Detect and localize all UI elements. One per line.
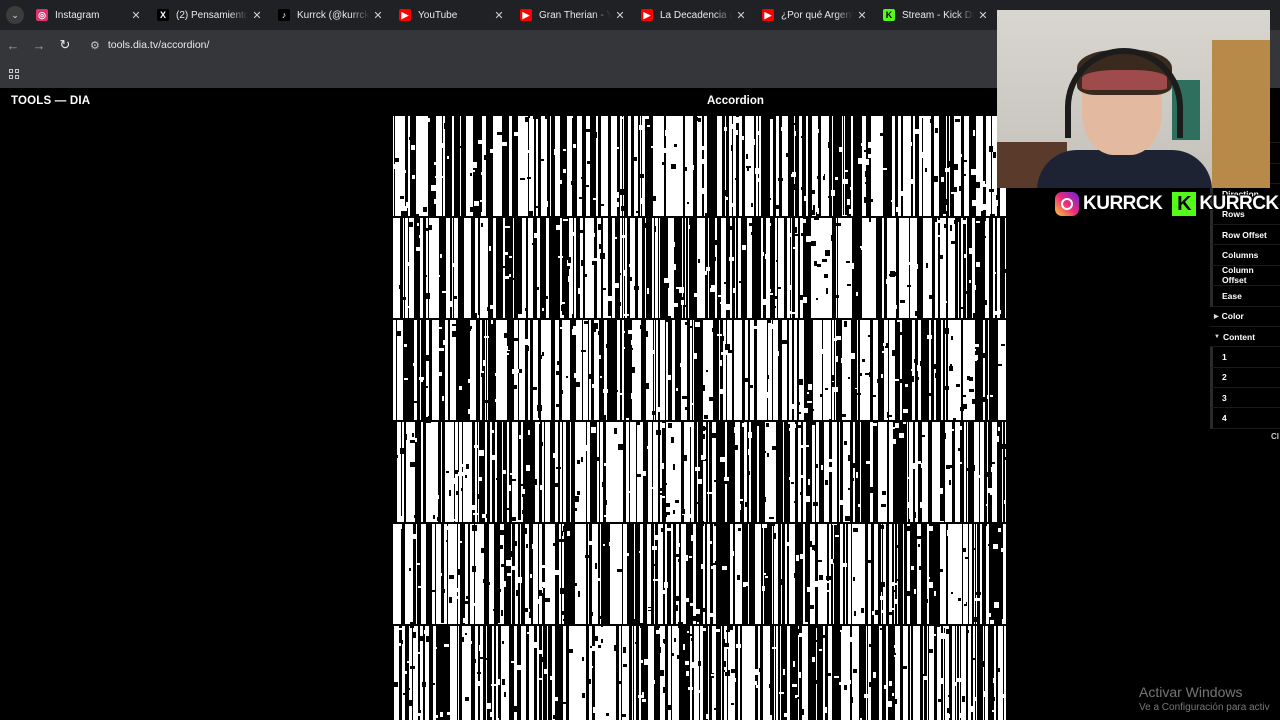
browser-tab[interactable]: ▶ ¿Por qué Argentin✕ <box>756 0 877 30</box>
panel-control[interactable]: 2 <box>1210 367 1280 389</box>
site-settings-icon[interactable]: ⚙ <box>90 39 100 52</box>
panel-label: Column Offset <box>1222 265 1254 286</box>
browser-tab[interactable]: K Stream - Kick Das✕ <box>877 0 998 30</box>
tab-title: Gran Therian - Yo <box>539 9 611 21</box>
watermark-title: Activar Windows <box>1139 684 1243 700</box>
tab-title: Stream - Kick Das <box>902 9 974 21</box>
close-controls-button[interactable]: Cl <box>1271 432 1279 441</box>
instagram-icon: ◎ <box>36 9 48 21</box>
reload-button[interactable]: ↻ <box>52 30 78 60</box>
caret-right-icon: ▶ <box>1214 313 1219 320</box>
close-tab-icon[interactable]: ✕ <box>490 9 508 22</box>
instagram-handle: KURRCK <box>1083 193 1163 214</box>
social-handles-overlay: KURRCK K KURRCK <box>1055 190 1280 218</box>
panel-control[interactable]: 1 <box>1210 347 1280 368</box>
panel-control[interactable]: Column Offset <box>1210 265 1280 287</box>
browser-tab[interactable]: ▶ YouTube ✕ <box>393 0 514 30</box>
panel-label: 2 <box>1222 372 1227 383</box>
forward-button[interactable]: → <box>26 30 52 60</box>
panel-label: Ease <box>1222 290 1242 301</box>
webcam-overlay <box>997 10 1270 188</box>
panel-label: 4 <box>1222 413 1227 424</box>
reload-icon: ↻ <box>59 37 71 52</box>
panel-control[interactable]: 3 <box>1210 388 1280 409</box>
accordion-pattern <box>393 114 1006 720</box>
browser-tab[interactable]: ◎ Instagram ✕ <box>30 0 151 30</box>
panel-label: 3 <box>1222 392 1227 403</box>
close-tab-icon[interactable]: ✕ <box>127 9 145 22</box>
panel-folder[interactable]: ▶ Color <box>1210 307 1280 327</box>
close-tab-icon[interactable]: ✕ <box>248 9 266 22</box>
kick-icon: K <box>883 9 895 21</box>
panel-folder[interactable]: ▼ Content <box>1210 327 1280 348</box>
browser-tab[interactable]: ▶ Gran Therian - Yo ✕ <box>514 0 635 30</box>
panel-control[interactable]: Row Offset <box>1210 224 1280 246</box>
youtube-icon: ▶ <box>762 9 774 21</box>
browser-tab[interactable]: X (2) Pensamientos ✕ <box>151 0 272 30</box>
close-tab-icon[interactable]: ✕ <box>974 9 992 22</box>
tab-title: Instagram <box>55 9 100 21</box>
youtube-icon: ▶ <box>399 9 411 21</box>
screen: ⌄ ◎ Instagram ✕ X (2) Pensamientos ✕ ♪ Kurrck (… <box>0 0 1280 720</box>
youtube-icon: ▶ <box>520 9 532 21</box>
address-bar[interactable]: ⚙ tools.dia.tv/accordion/ <box>84 33 209 57</box>
instagram-icon <box>1055 192 1079 216</box>
kick-handle: KURRCK <box>1199 193 1279 214</box>
tab-title: Kurrck (@kurrck) <box>297 9 369 21</box>
panel-label: 1 <box>1222 351 1227 362</box>
close-tab-icon[interactable]: ✕ <box>732 9 750 22</box>
site-title[interactable]: TOOLS — DIA <box>11 95 90 107</box>
close-tab-icon[interactable]: ✕ <box>853 9 871 22</box>
forward-arrow-icon: → <box>32 37 46 53</box>
tabs: ◎ Instagram ✕ X (2) Pensamientos ✕ ♪ Kurrck (@k… <box>30 0 998 30</box>
chevron-down-icon: ⌄ <box>6 6 24 24</box>
browser-tab[interactable]: ▶ La Decadencia de✕ <box>635 0 756 30</box>
tab-search-button[interactable]: ⌄ <box>0 0 30 30</box>
panel-control[interactable]: 4 <box>1210 408 1280 429</box>
browser-tab[interactable]: ♪ Kurrck (@kurrck) ✕ <box>272 0 393 30</box>
panel-label: Content <box>1222 331 1256 342</box>
tiktok-icon: ♪ <box>278 9 290 21</box>
tab-title: La Decadencia de <box>660 9 732 21</box>
youtube-icon: ▶ <box>641 9 653 21</box>
x-icon: X <box>157 9 169 21</box>
tab-title: (2) Pensamientos <box>176 9 248 21</box>
panel-control[interactable]: Columns <box>1210 245 1280 266</box>
watermark-subtitle: Ve a Configuración para activ <box>1139 702 1270 713</box>
caret-down-icon: ▼ <box>1214 333 1220 340</box>
url-text: tools.dia.tv/accordion/ <box>107 39 210 51</box>
windows-activation-watermark: Activar Windows Ve a Configuración para … <box>1139 684 1270 713</box>
panel-label: Color <box>1221 311 1244 322</box>
tab-title: YouTube <box>418 9 458 21</box>
canvas-title: Accordion <box>707 95 764 107</box>
apps-grid-icon[interactable] <box>9 69 19 79</box>
accordion-canvas[interactable] <box>393 114 1006 720</box>
kick-icon: K <box>1172 192 1197 216</box>
tab-title: ¿Por qué Argentin <box>781 9 853 21</box>
back-button[interactable]: ← <box>0 30 26 60</box>
close-tab-icon[interactable]: ✕ <box>369 9 387 22</box>
close-tab-icon[interactable]: ✕ <box>611 9 629 22</box>
panel-label: Row Offset <box>1222 229 1267 240</box>
panel-label: Columns <box>1222 250 1259 261</box>
back-arrow-icon: ← <box>6 37 20 53</box>
panel-control[interactable]: Ease <box>1210 286 1280 307</box>
